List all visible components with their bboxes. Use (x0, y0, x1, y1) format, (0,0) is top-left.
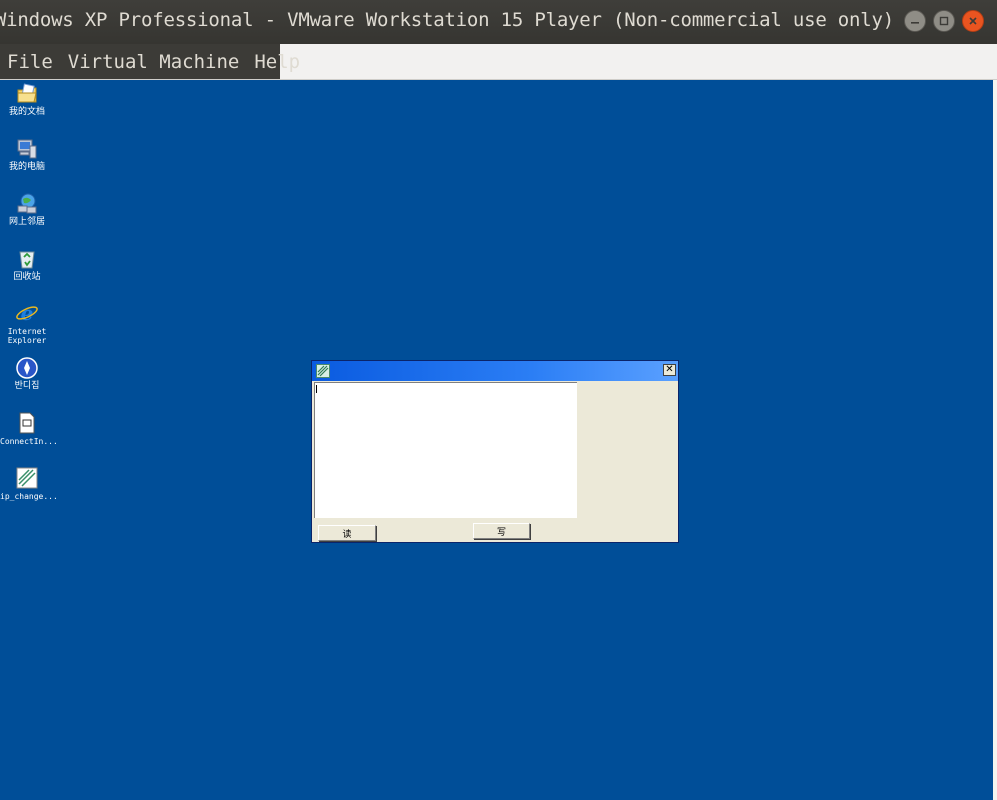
window-titlebar: Windows XP Professional - VMware Worksta… (0, 0, 997, 44)
internet-explorer-icon: e (16, 301, 38, 325)
maximize-icon (939, 16, 949, 26)
guest-desktop[interactable]: 我的文档 我的电脑 网上邻居 回收站 e Internet Explorer 반… (0, 80, 993, 800)
minimize-icon (911, 22, 919, 24)
recycle-bin-icon (19, 251, 35, 269)
maximize-button[interactable] (933, 10, 955, 32)
desktop-icon-my-computer[interactable]: 我的电脑 (0, 137, 54, 172)
app-icon (316, 364, 330, 378)
bandizip-icon (16, 357, 38, 379)
desktop-icon-my-documents[interactable]: 我的文档 (0, 82, 54, 117)
menu-help[interactable]: Help (247, 51, 308, 73)
desktop-icon-bandizip[interactable]: 반디집 (0, 356, 54, 391)
menu-bar: File Virtual Machine Help (0, 44, 997, 80)
menu-virtual-machine[interactable]: Virtual Machine (61, 51, 248, 73)
svg-text:e: e (21, 301, 34, 325)
close-icon (969, 17, 977, 25)
desktop-icon-connectin[interactable]: ConnectIn... (0, 411, 58, 446)
read-button[interactable]: 读 (318, 525, 376, 541)
desktop-icon-internet-explorer[interactable]: e Internet Explorer (0, 301, 54, 345)
file-icon (19, 412, 35, 434)
network-places-icon (17, 193, 37, 214)
my-documents-icon (17, 83, 37, 103)
desktop-icon-network-places[interactable]: 网上邻居 (0, 192, 54, 227)
desktop-icon-ip-change[interactable]: ip_change... (0, 466, 58, 501)
menu-file[interactable]: File (0, 51, 61, 73)
menu-group: File Virtual Machine Help (0, 44, 300, 79)
my-computer-icon (17, 139, 37, 159)
window-title: Windows XP Professional - VMware Worksta… (0, 9, 894, 31)
host-background-strip (993, 80, 997, 800)
app-close-button[interactable]: ✕ (663, 364, 676, 376)
close-icon: ✕ (665, 364, 674, 375)
desktop-icon-recycle-bin[interactable]: 回收站 (0, 247, 54, 282)
minimize-button[interactable] (904, 10, 926, 32)
text-area[interactable] (314, 382, 577, 518)
close-button[interactable] (962, 10, 984, 32)
text-caret (316, 385, 317, 393)
app-titlebar[interactable]: ✕ (312, 361, 678, 381)
app-icon (16, 467, 38, 489)
write-button[interactable]: 写 (473, 523, 530, 539)
app-window: ✕ 读 写 (311, 360, 679, 543)
